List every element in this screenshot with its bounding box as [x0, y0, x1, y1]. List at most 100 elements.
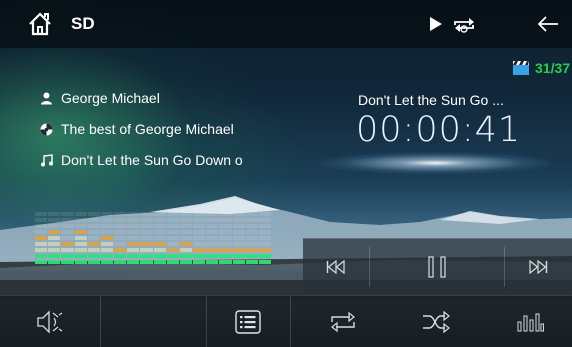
eq-segment	[87, 224, 100, 228]
eq-segment	[48, 242, 61, 246]
eq-segment	[61, 248, 74, 252]
eq-segment	[127, 224, 140, 228]
eq-segment	[232, 254, 245, 258]
repeat-icon	[331, 311, 355, 333]
equalizer-button[interactable]	[488, 296, 572, 347]
transport-controls	[303, 238, 572, 294]
top-bar: SD	[0, 0, 572, 48]
eq-bar	[127, 208, 140, 264]
eq-segment	[258, 248, 272, 252]
media-player-screen: SD 31/37 George Michael The best of Geor…	[0, 0, 572, 347]
eq-segment	[245, 260, 258, 264]
elapsed-time: 00:00:41	[356, 110, 522, 150]
eq-segment	[61, 242, 74, 246]
eq-bar	[245, 208, 258, 264]
eq-segment	[127, 212, 140, 216]
eq-segment	[258, 224, 272, 228]
eq-segment	[179, 230, 193, 234]
eq-bar	[219, 208, 232, 264]
eq-segment	[245, 236, 258, 240]
eq-segment	[48, 236, 61, 240]
eq-segment	[48, 212, 61, 216]
eq-segment	[219, 248, 232, 252]
repeat-status-icon	[454, 18, 474, 33]
eq-segment	[153, 248, 166, 252]
eq-segment	[127, 260, 140, 264]
play-status-icon	[430, 17, 442, 31]
spectrum-equalizer	[35, 208, 272, 264]
eq-segment	[114, 230, 127, 234]
eq-segment	[232, 212, 245, 216]
volume-icon	[37, 310, 63, 334]
eq-bar	[100, 208, 114, 264]
eq-segment	[48, 218, 61, 222]
eq-segment	[232, 224, 245, 228]
eq-segment	[206, 218, 219, 222]
eq-segment	[193, 254, 206, 258]
previous-button[interactable]	[303, 239, 369, 295]
eq-segment	[258, 242, 272, 246]
eq-segment	[140, 254, 153, 258]
eq-bar	[61, 208, 74, 264]
eq-segment	[87, 236, 100, 240]
eq-segment	[219, 212, 232, 216]
eq-bar	[179, 208, 193, 264]
eq-segment	[100, 248, 114, 252]
eq-segment	[140, 242, 153, 246]
eq-bar	[48, 208, 61, 264]
eq-segment	[87, 230, 100, 234]
eq-bar	[153, 208, 166, 264]
eq-segment	[114, 254, 127, 258]
eq-segment	[206, 230, 219, 234]
eq-segment	[219, 230, 232, 234]
eq-segment	[74, 254, 87, 258]
eq-segment	[179, 260, 193, 264]
eq-segment	[232, 218, 245, 222]
eq-segment	[127, 230, 140, 234]
progress-glow	[320, 152, 550, 174]
eq-segment	[48, 260, 61, 264]
eq-segment	[74, 236, 87, 240]
eq-bar	[258, 208, 272, 264]
eq-segment	[166, 230, 179, 234]
eq-segment	[114, 242, 127, 246]
eq-segment	[206, 254, 219, 258]
pause-icon	[427, 256, 446, 278]
eq-segment	[258, 254, 272, 258]
divider	[290, 296, 291, 347]
eq-bar	[140, 208, 153, 264]
playlist-button[interactable]	[206, 296, 290, 347]
eq-segment	[100, 230, 114, 234]
eq-segment	[48, 230, 61, 234]
eq-segment	[114, 260, 127, 264]
volume-button[interactable]	[0, 296, 100, 347]
back-icon[interactable]	[537, 15, 559, 33]
eq-segment	[140, 260, 153, 264]
eq-segment	[153, 230, 166, 234]
next-button[interactable]	[504, 239, 572, 295]
eq-segment	[87, 254, 100, 258]
artist-icon	[41, 92, 52, 104]
eq-segment	[35, 230, 48, 234]
eq-segment	[100, 254, 114, 258]
eq-segment	[193, 224, 206, 228]
eq-segment	[127, 218, 140, 222]
eq-segment	[232, 236, 245, 240]
pause-button[interactable]	[369, 239, 504, 295]
repeat-button[interactable]	[303, 296, 383, 347]
eq-segment	[153, 218, 166, 222]
eq-segment	[87, 248, 100, 252]
eq-segment	[35, 236, 48, 240]
home-icon[interactable]	[27, 11, 53, 37]
eq-segment	[153, 242, 166, 246]
eq-segment	[193, 260, 206, 264]
eq-bar	[232, 208, 245, 264]
now-playing-title: Don't Let the Sun Go ...	[358, 92, 504, 108]
eq-segment	[127, 236, 140, 240]
eq-segment	[245, 230, 258, 234]
eq-segment	[179, 242, 193, 246]
eq-segment	[166, 242, 179, 246]
eq-segment	[258, 260, 272, 264]
shuffle-button[interactable]	[392, 296, 480, 347]
eq-segment	[61, 236, 74, 240]
